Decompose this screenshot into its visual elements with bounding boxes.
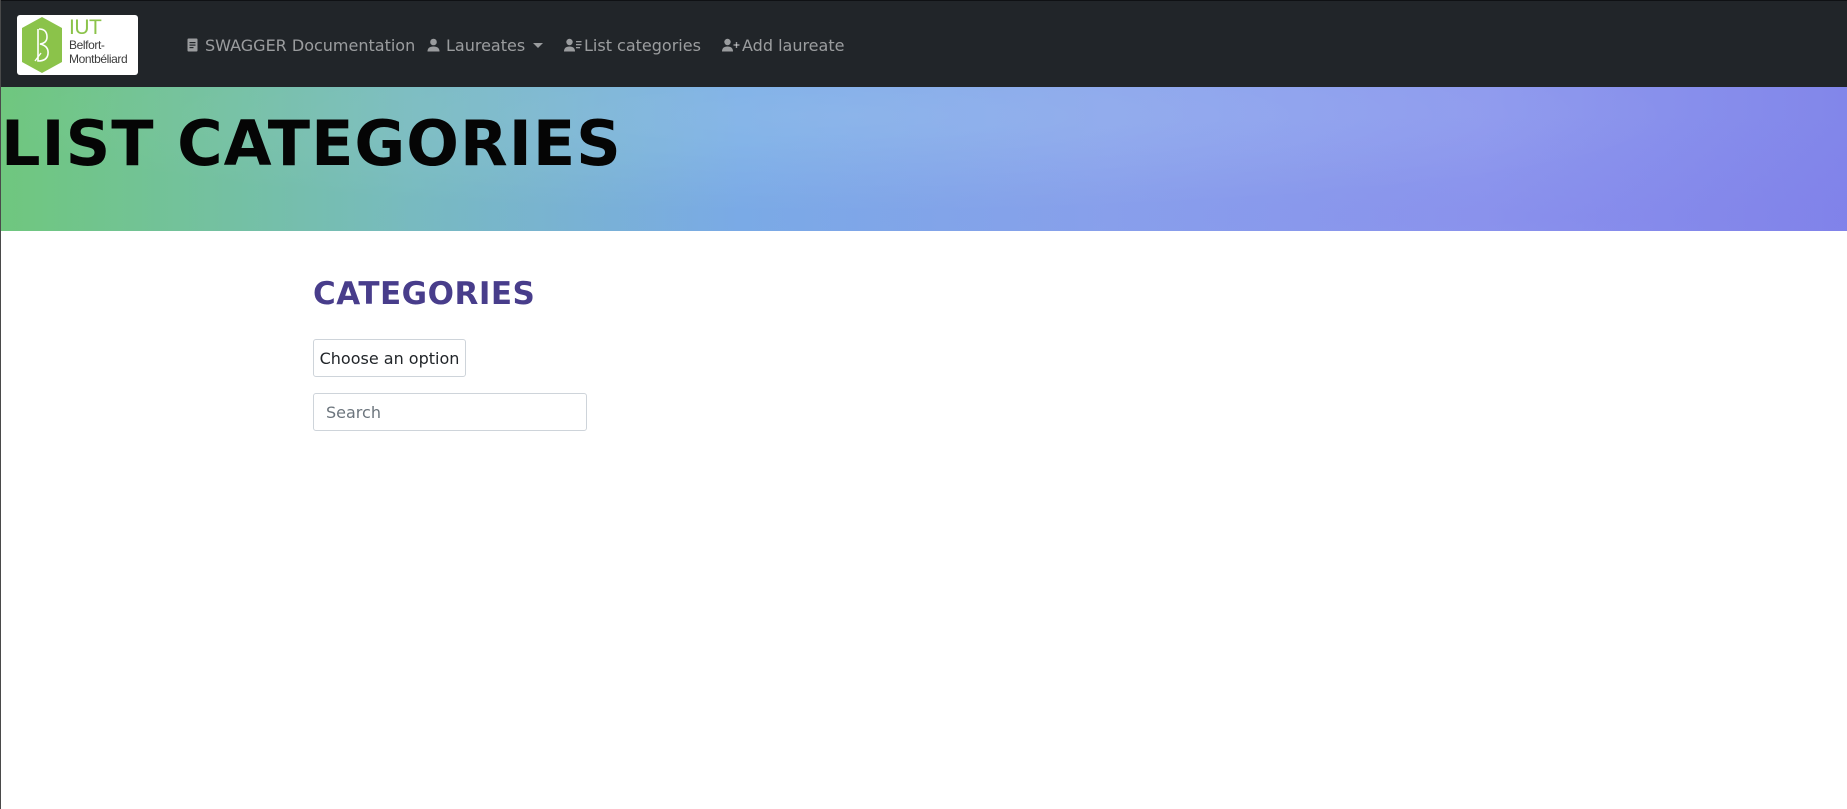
section-title: CATEGORIES: [313, 276, 536, 312]
nav-list-categories-label: List categories: [584, 35, 701, 55]
chevron-down-icon: [533, 42, 544, 48]
page-title: LIST CATEGORIES: [1, 107, 622, 180]
top-navbar: IUT Belfort- Montbéliard SWAGGER Documen…: [1, 0, 1847, 87]
hero-banner: LIST CATEGORIES: [1, 87, 1847, 231]
nav-add-laureate-label: Add laureate: [742, 35, 845, 55]
user-icon: [425, 37, 441, 53]
user-plus-icon: [722, 37, 740, 53]
nav-list-categories[interactable]: List categories: [564, 32, 701, 58]
search-input[interactable]: [313, 393, 587, 431]
brand-logo-link[interactable]: IUT Belfort- Montbéliard: [17, 15, 138, 75]
logo-iut-text: IUT: [69, 16, 102, 39]
nav-add-laureate[interactable]: Add laureate: [722, 32, 844, 58]
nav-laureates-dropdown[interactable]: Laureates: [425, 32, 544, 58]
nav-swagger-documentation[interactable]: SWAGGER Documentation: [184, 32, 415, 58]
logo-text: IUT Belfort- Montbéliard: [69, 16, 128, 66]
choose-option-button[interactable]: Choose an option: [313, 339, 466, 377]
page: IUT Belfort- Montbéliard SWAGGER Documen…: [0, 0, 1847, 809]
document-icon: [184, 37, 200, 53]
nav-laureates-label: Laureates: [446, 35, 526, 55]
logo-city-line1: Belfort-: [69, 38, 105, 52]
user-list-icon: [564, 37, 582, 53]
nav-swagger-label: SWAGGER Documentation: [205, 35, 416, 55]
logo-city-line2: Montbéliard: [69, 52, 128, 66]
